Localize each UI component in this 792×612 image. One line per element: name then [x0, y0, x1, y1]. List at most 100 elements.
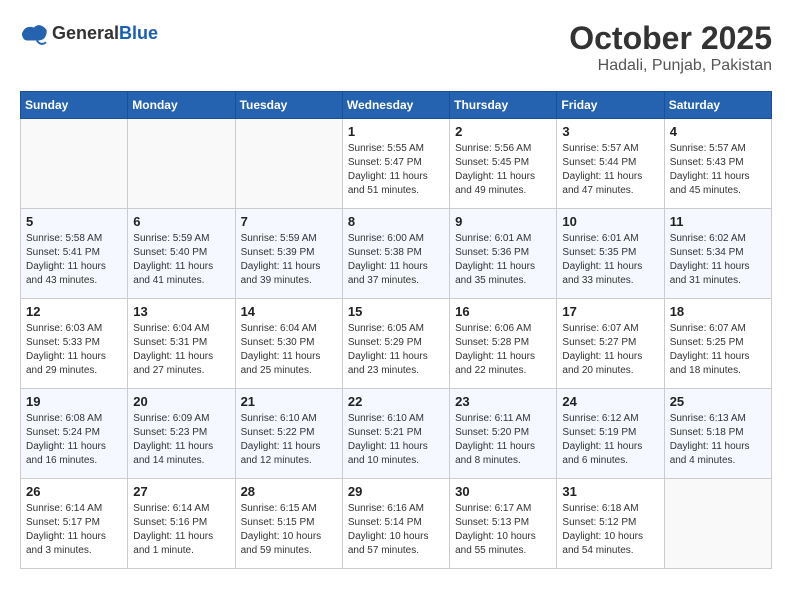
calendar-cell: 1 Sunrise: 5:55 AM Sunset: 5:47 PM Daylig…	[342, 119, 449, 209]
calendar-cell	[21, 119, 128, 209]
day-info: Sunrise: 6:12 AM Sunset: 5:19 PM Dayligh…	[562, 412, 658, 468]
day-number: 31	[562, 484, 658, 499]
day-number: 27	[133, 484, 229, 499]
logo: GeneralBlue	[20, 20, 158, 48]
day-number: 19	[26, 394, 122, 409]
day-number: 17	[562, 304, 658, 319]
day-info: Sunrise: 5:57 AM Sunset: 5:43 PM Dayligh…	[670, 142, 766, 198]
logo-text-blue: Blue	[119, 23, 158, 43]
day-info: Sunrise: 6:10 AM Sunset: 5:22 PM Dayligh…	[241, 412, 337, 468]
calendar-cell	[235, 119, 342, 209]
day-info: Sunrise: 6:08 AM Sunset: 5:24 PM Dayligh…	[26, 412, 122, 468]
day-number: 14	[241, 304, 337, 319]
day-info: Sunrise: 6:07 AM Sunset: 5:25 PM Dayligh…	[670, 322, 766, 378]
calendar-cell	[664, 479, 771, 569]
calendar-cell: 22Sunrise: 6:10 AM Sunset: 5:21 PM Dayli…	[342, 389, 449, 479]
day-number: 29	[348, 484, 444, 499]
day-info: Sunrise: 6:09 AM Sunset: 5:23 PM Dayligh…	[133, 412, 229, 468]
calendar-cell: 7 Sunrise: 5:59 AM Sunset: 5:39 PM Daylig…	[235, 209, 342, 299]
logo-icon	[20, 20, 48, 48]
day-number: 24	[562, 394, 658, 409]
day-info: Sunrise: 5:59 AM Sunset: 5:39 PM Dayligh…	[241, 232, 337, 288]
day-info: Sunrise: 6:03 AM Sunset: 5:33 PM Dayligh…	[26, 322, 122, 378]
calendar-cell: 25 Sunrise: 6:13 AM Sunset: 5:18 PM Dayli…	[664, 389, 771, 479]
calendar-cell: 15Sunrise: 6:05 AM Sunset: 5:29 PM Dayli…	[342, 299, 449, 389]
calendar-cell: 18 Sunrise: 6:07 AM Sunset: 5:25 PM Dayli…	[664, 299, 771, 389]
day-info: Sunrise: 5:55 AM Sunset: 5:47 PM Dayligh…	[348, 142, 444, 198]
day-number: 6	[133, 214, 229, 229]
calendar-cell: 12 Sunrise: 6:03 AM Sunset: 5:33 PM Dayli…	[21, 299, 128, 389]
day-number: 23	[455, 394, 551, 409]
day-number: 4	[670, 124, 766, 139]
day-number: 20	[133, 394, 229, 409]
day-number: 7	[241, 214, 337, 229]
day-info: Sunrise: 6:14 AM Sunset: 5:16 PM Dayligh…	[133, 502, 229, 558]
calendar-cell: 9 Sunrise: 6:01 AM Sunset: 5:36 PM Daylig…	[450, 209, 557, 299]
weekday-header-friday: Friday	[557, 92, 664, 119]
day-number: 26	[26, 484, 122, 499]
day-info: Sunrise: 6:06 AM Sunset: 5:28 PM Dayligh…	[455, 322, 551, 378]
day-info: Sunrise: 5:56 AM Sunset: 5:45 PM Dayligh…	[455, 142, 551, 198]
day-info: Sunrise: 6:10 AM Sunset: 5:21 PM Dayligh…	[348, 412, 444, 468]
day-number: 25	[670, 394, 766, 409]
calendar-cell: 21 Sunrise: 6:10 AM Sunset: 5:22 PM Dayli…	[235, 389, 342, 479]
calendar-cell: 13 Sunrise: 6:04 AM Sunset: 5:31 PM Dayli…	[128, 299, 235, 389]
calendar-cell: 28 Sunrise: 6:15 AM Sunset: 5:15 PM Dayli…	[235, 479, 342, 569]
day-info: Sunrise: 6:01 AM Sunset: 5:36 PM Dayligh…	[455, 232, 551, 288]
day-number: 21	[241, 394, 337, 409]
day-info: Sunrise: 6:11 AM Sunset: 5:20 PM Dayligh…	[455, 412, 551, 468]
day-info: Sunrise: 6:04 AM Sunset: 5:30 PM Dayligh…	[241, 322, 337, 378]
day-number: 2	[455, 124, 551, 139]
location-subtitle: Hadali, Punjab, Pakistan	[569, 57, 772, 75]
day-info: Sunrise: 6:14 AM Sunset: 5:17 PM Dayligh…	[26, 502, 122, 558]
header: GeneralBlue October 2025 Hadali, Punjab,…	[20, 20, 772, 75]
day-info: Sunrise: 6:15 AM Sunset: 5:15 PM Dayligh…	[241, 502, 337, 558]
calendar-cell: 16Sunrise: 6:06 AM Sunset: 5:28 PM Dayli…	[450, 299, 557, 389]
title-section: October 2025 Hadali, Punjab, Pakistan	[569, 20, 772, 75]
calendar-cell: 24 Sunrise: 6:12 AM Sunset: 5:19 PM Dayli…	[557, 389, 664, 479]
calendar-week-row: 19 Sunrise: 6:08 AM Sunset: 5:24 PM Dayli…	[21, 389, 772, 479]
day-number: 8	[348, 214, 444, 229]
calendar-week-row: 12 Sunrise: 6:03 AM Sunset: 5:33 PM Dayli…	[21, 299, 772, 389]
day-info: Sunrise: 6:00 AM Sunset: 5:38 PM Dayligh…	[348, 232, 444, 288]
day-info: Sunrise: 6:04 AM Sunset: 5:31 PM Dayligh…	[133, 322, 229, 378]
calendar-cell: 23 Sunrise: 6:11 AM Sunset: 5:20 PM Dayli…	[450, 389, 557, 479]
day-number: 3	[562, 124, 658, 139]
day-info: Sunrise: 6:13 AM Sunset: 5:18 PM Dayligh…	[670, 412, 766, 468]
calendar-cell: 17Sunrise: 6:07 AM Sunset: 5:27 PM Dayli…	[557, 299, 664, 389]
day-number: 13	[133, 304, 229, 319]
day-number: 12	[26, 304, 122, 319]
weekday-header-wednesday: Wednesday	[342, 92, 449, 119]
calendar-cell: 29 Sunrise: 6:16 AM Sunset: 5:14 PM Dayli…	[342, 479, 449, 569]
day-number: 9	[455, 214, 551, 229]
day-info: Sunrise: 6:05 AM Sunset: 5:29 PM Dayligh…	[348, 322, 444, 378]
calendar-week-row: 1 Sunrise: 5:55 AM Sunset: 5:47 PM Daylig…	[21, 119, 772, 209]
calendar-cell: 11Sunrise: 6:02 AM Sunset: 5:34 PM Dayli…	[664, 209, 771, 299]
calendar-cell: 3Sunrise: 5:57 AM Sunset: 5:44 PM Daylig…	[557, 119, 664, 209]
calendar-cell: 27 Sunrise: 6:14 AM Sunset: 5:16 PM Dayli…	[128, 479, 235, 569]
weekday-header-monday: Monday	[128, 92, 235, 119]
calendar-cell: 31 Sunrise: 6:18 AM Sunset: 5:12 PM Dayli…	[557, 479, 664, 569]
day-number: 28	[241, 484, 337, 499]
calendar-cell: 26 Sunrise: 6:14 AM Sunset: 5:17 PM Dayli…	[21, 479, 128, 569]
weekday-header-saturday: Saturday	[664, 92, 771, 119]
calendar-cell: 4 Sunrise: 5:57 AM Sunset: 5:43 PM Daylig…	[664, 119, 771, 209]
calendar-week-row: 5Sunrise: 5:58 AM Sunset: 5:41 PM Daylig…	[21, 209, 772, 299]
day-info: Sunrise: 6:16 AM Sunset: 5:14 PM Dayligh…	[348, 502, 444, 558]
calendar-cell: 10Sunrise: 6:01 AM Sunset: 5:35 PM Dayli…	[557, 209, 664, 299]
calendar-cell	[128, 119, 235, 209]
logo-text-general: General	[52, 23, 119, 43]
calendar-cell: 14 Sunrise: 6:04 AM Sunset: 5:30 PM Dayli…	[235, 299, 342, 389]
calendar-cell: 6Sunrise: 5:59 AM Sunset: 5:40 PM Daylig…	[128, 209, 235, 299]
calendar-cell: 20 Sunrise: 6:09 AM Sunset: 5:23 PM Dayli…	[128, 389, 235, 479]
month-title: October 2025	[569, 20, 772, 57]
day-info: Sunrise: 6:18 AM Sunset: 5:12 PM Dayligh…	[562, 502, 658, 558]
day-number: 11	[670, 214, 766, 229]
day-number: 5	[26, 214, 122, 229]
day-number: 1	[348, 124, 444, 139]
calendar-cell: 19 Sunrise: 6:08 AM Sunset: 5:24 PM Dayli…	[21, 389, 128, 479]
calendar-cell: 30Sunrise: 6:17 AM Sunset: 5:13 PM Dayli…	[450, 479, 557, 569]
calendar-cell: 8 Sunrise: 6:00 AM Sunset: 5:38 PM Daylig…	[342, 209, 449, 299]
day-number: 18	[670, 304, 766, 319]
weekday-header-thursday: Thursday	[450, 92, 557, 119]
